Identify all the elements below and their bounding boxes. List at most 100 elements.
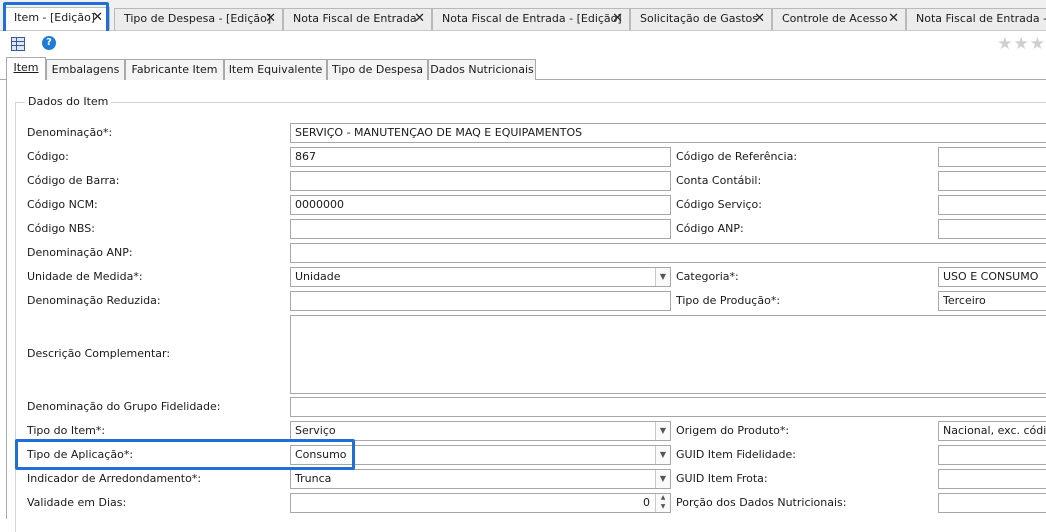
label-descricao-complementar: Descrição Complementar: [27, 347, 171, 360]
unidade-medida-select[interactable]: Unidade ▼ [290, 267, 671, 287]
codigo-barra-field[interactable] [290, 171, 671, 191]
label-conta-contabil: Conta Contábil: [676, 174, 762, 187]
tab-label: Dados Nutricionais [430, 63, 534, 76]
close-icon[interactable]: ✕ [92, 8, 103, 28]
origem-produto-select[interactable]: Nacional, exc. códigos [938, 421, 1046, 441]
item-form: Dados do Item Denominação*: SERVIÇO - MA… [6, 80, 1046, 532]
field-value: Nacional, exc. códigos [943, 424, 1046, 437]
chevron-down-icon[interactable]: ▼ [655, 470, 670, 488]
label-validade-dias: Validade em Dias: [27, 496, 127, 509]
label-porcao-dados-nutricionais: Porção dos Dados Nutricionais: [676, 496, 847, 509]
denominacao-grupo-fidelidade-field[interactable] [290, 397, 1046, 417]
doc-tab-nota-fiscal-entrada[interactable]: Nota Fiscal de Entrada ✕ [283, 8, 432, 30]
tab-embalagens[interactable]: Embalagens [46, 59, 125, 80]
codigo-referencia-field[interactable] [938, 147, 1046, 167]
chevron-down-icon[interactable]: ▼ [655, 422, 670, 440]
tab-item-equivalente[interactable]: Item Equivalente [224, 59, 327, 80]
doc-tab-label: Nota Fiscal de Entrada - [Ed [916, 12, 1046, 25]
codigo-ncm-field[interactable]: 0000000 [290, 195, 671, 215]
doc-tab-solicitacao-gastos[interactable]: Solicitação de Gastos ✕ [630, 8, 772, 30]
chevron-down-icon[interactable]: ▼ [655, 446, 670, 464]
label-denominacao-anp: Denominação ANP: [27, 246, 133, 259]
label-codigo-servico: Código Serviço: [676, 198, 762, 211]
validade-dias-stepper[interactable]: 0 ▲ ▼ [290, 493, 671, 513]
tab-label: Fabricante Item [131, 63, 218, 76]
field-value: 0000000 [295, 198, 344, 211]
doc-tab-label: Item - [Edição] [14, 11, 96, 24]
label-codigo: Código: [27, 150, 69, 163]
descricao-complementar-textarea[interactable] [290, 315, 1046, 394]
label-guid-item-fidelidade: GUID Item Fidelidade: [676, 448, 796, 461]
denominacao-reduzida-field[interactable] [290, 291, 671, 311]
codigo-anp-field[interactable] [938, 219, 1046, 239]
doc-tab-tipo-despesa-edicao[interactable]: Tipo de Despesa - [Edição] ✕ [114, 8, 283, 30]
chevron-down-icon[interactable]: ▼ [655, 268, 670, 286]
close-icon[interactable]: ✕ [265, 9, 276, 29]
field-value: SERVIÇO - MANUTENÇAO DE MAQ E EQUIPAMENT… [295, 126, 583, 139]
tab-item[interactable]: Item [6, 57, 46, 81]
spin-down-icon[interactable]: ▼ [656, 503, 670, 512]
field-value: USO E CONSUMO [943, 270, 1039, 283]
label-indicador-arredondamento: Indicador de Arredondamento*: [27, 472, 202, 485]
label-codigo-referencia: Código de Referência: [676, 150, 798, 163]
doc-tab-label: Controle de Acesso [782, 12, 888, 25]
tipo-producao-select[interactable]: Terceiro [938, 291, 1046, 311]
spin-up-icon[interactable]: ▲ [656, 494, 670, 503]
categoria-select[interactable]: USO E CONSUMO [938, 267, 1046, 287]
tab-label: Item [13, 61, 39, 74]
doc-tab-nota-fiscal-entrada-edicao[interactable]: Nota Fiscal de Entrada - [Edição] ✕ [432, 8, 630, 30]
denominacao-field[interactable]: SERVIÇO - MANUTENÇAO DE MAQ E EQUIPAMENT… [290, 123, 1046, 143]
grid-list-icon[interactable] [11, 37, 25, 51]
label-codigo-ncm: Código NCM: [27, 198, 98, 211]
doc-tab-item-edicao[interactable]: Item - [Edição] ✕ [4, 7, 110, 30]
doc-tab-label: Nota Fiscal de Entrada [293, 12, 417, 25]
guid-item-frota-field[interactable] [938, 469, 1046, 489]
tipo-item-select[interactable]: Serviço ▼ [290, 421, 671, 441]
label-tipo-item: Tipo do Item*: [27, 424, 106, 437]
codigo-nbs-field[interactable] [290, 219, 671, 239]
doc-tab-nota-fiscal-entrada-ed-truncated[interactable]: Nota Fiscal de Entrada - [Ed [906, 8, 1046, 30]
label-categoria: Categoria*: [676, 270, 739, 283]
label-tipo-aplicacao: Tipo de Aplicação*: [27, 448, 134, 461]
tab-label: Item Equivalente [228, 63, 323, 76]
inner-tab-bar: Item Embalagens Fabricante Item Item Equ… [0, 57, 1046, 81]
conta-contabil-field[interactable] [938, 171, 1046, 191]
close-icon[interactable]: ✕ [612, 9, 623, 29]
field-value: Trunca [295, 472, 332, 485]
label-denominacao: Denominação*: [27, 126, 113, 139]
field-value: Terceiro [943, 294, 986, 307]
label-denominacao-reduzida: Denominação Reduzida: [27, 294, 161, 307]
favorite-stars-icon[interactable]: ★★★ [997, 34, 1046, 54]
tab-tipo-despesa[interactable]: Tipo de Despesa [327, 59, 428, 80]
label-guid-item-frota: GUID Item Frota: [676, 472, 768, 485]
field-value: Serviço [295, 424, 336, 437]
tipo-aplicacao-select[interactable]: Consumo ▼ [290, 445, 671, 465]
codigo-field[interactable]: 867 [290, 147, 671, 167]
doc-tab-label: Solicitação de Gastos [640, 12, 759, 25]
doc-tab-controle-acesso[interactable]: Controle de Acesso ✕ [772, 8, 906, 30]
tab-label: Tipo de Despesa [331, 63, 424, 76]
label-codigo-nbs: Código NBS: [27, 222, 95, 235]
label-codigo-barra: Código de Barra: [27, 174, 120, 187]
porcao-dados-nutricionais-field[interactable] [938, 493, 1046, 513]
doc-tab-label: Tipo de Despesa - [Edição] [124, 12, 272, 25]
close-icon[interactable]: ✕ [754, 9, 765, 29]
field-value: 0 [643, 496, 650, 509]
tab-dados-nutricionais[interactable]: Dados Nutricionais [428, 59, 536, 80]
toolbar: ? ★★★ [0, 31, 1046, 56]
tab-label: Embalagens [51, 63, 120, 76]
field-value: Consumo [295, 448, 347, 461]
field-value: 867 [295, 150, 316, 163]
guid-item-fidelidade-field[interactable] [938, 445, 1046, 465]
close-icon[interactable]: ✕ [888, 9, 899, 29]
tab-fabricante-item[interactable]: Fabricante Item [125, 59, 224, 80]
doc-tab-label: Nota Fiscal de Entrada - [Edição] [442, 12, 622, 25]
label-origem-produto: Origem do Produto*: [676, 424, 790, 437]
codigo-servico-field[interactable] [938, 195, 1046, 215]
document-tab-bar: Item - [Edição] ✕ Tipo de Despesa - [Edi… [0, 0, 1046, 31]
close-icon[interactable]: ✕ [414, 9, 425, 29]
denominacao-anp-field[interactable] [290, 243, 1046, 263]
help-icon[interactable]: ? [42, 36, 56, 50]
indicador-arredondamento-select[interactable]: Trunca ▼ [290, 469, 671, 489]
label-denominacao-grupo-fidelidade: Denominação do Grupo Fidelidade: [27, 400, 221, 413]
